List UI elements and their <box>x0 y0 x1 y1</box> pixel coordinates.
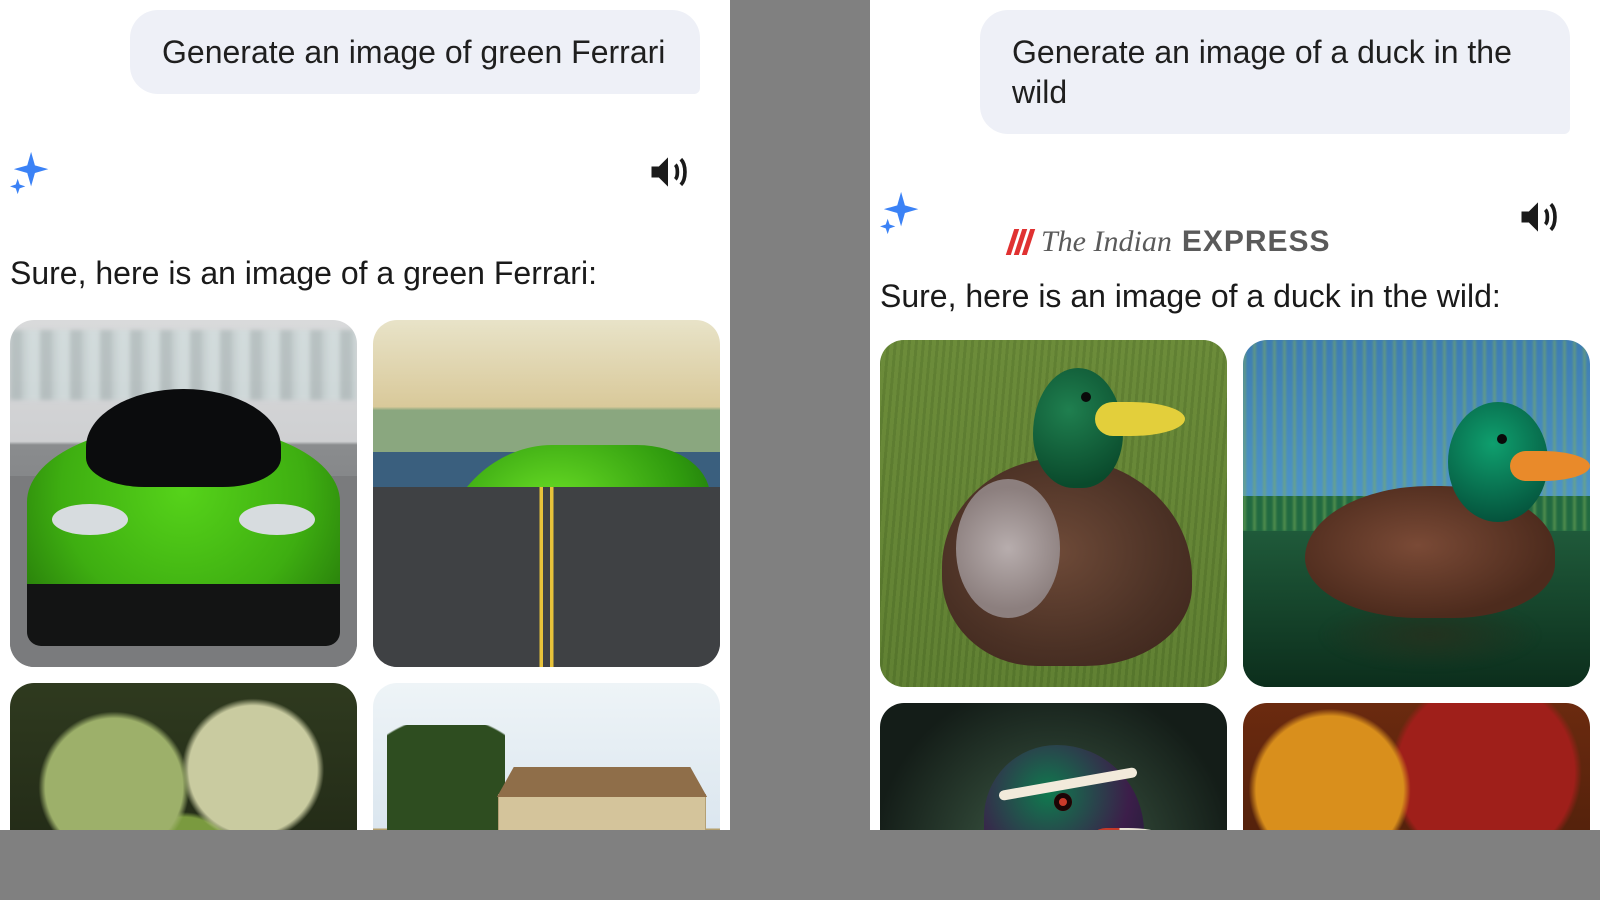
image-grid <box>880 340 1590 830</box>
image-grid <box>10 320 720 830</box>
speaker-icon[interactable] <box>1516 195 1560 239</box>
generated-image[interactable] <box>880 340 1227 687</box>
sparkle-icon <box>880 190 926 236</box>
user-prompt-text: Generate an image of green Ferrari <box>162 34 665 70</box>
watermark: The Indian EXPRESS <box>1010 225 1331 259</box>
generated-image[interactable] <box>1243 340 1590 687</box>
user-prompt-bubble: Generate an image of green Ferrari <box>130 10 700 94</box>
chat-panel-right: Generate an image of a duck in the wild … <box>870 0 1600 830</box>
chat-panel-left: Generate an image of green Ferrari Sure,… <box>0 0 730 830</box>
generated-image[interactable] <box>10 320 357 667</box>
assistant-response-text: Sure, here is an image of a green Ferrar… <box>10 255 597 292</box>
speaker-icon[interactable] <box>646 150 690 194</box>
generated-image[interactable] <box>373 683 720 830</box>
generated-image[interactable] <box>10 683 357 830</box>
watermark-text-1: The Indian <box>1041 225 1172 259</box>
sparkle-icon <box>10 150 56 196</box>
generated-image[interactable] <box>880 703 1227 830</box>
watermark-text-2: EXPRESS <box>1182 225 1331 259</box>
user-prompt-text: Generate an image of a duck in the wild <box>1012 34 1512 110</box>
watermark-stripes-icon <box>1006 229 1035 255</box>
generated-image[interactable] <box>373 320 720 667</box>
user-prompt-bubble: Generate an image of a duck in the wild <box>980 10 1570 134</box>
assistant-response-text: Sure, here is an image of a duck in the … <box>880 278 1501 315</box>
generated-image[interactable] <box>1243 703 1590 830</box>
